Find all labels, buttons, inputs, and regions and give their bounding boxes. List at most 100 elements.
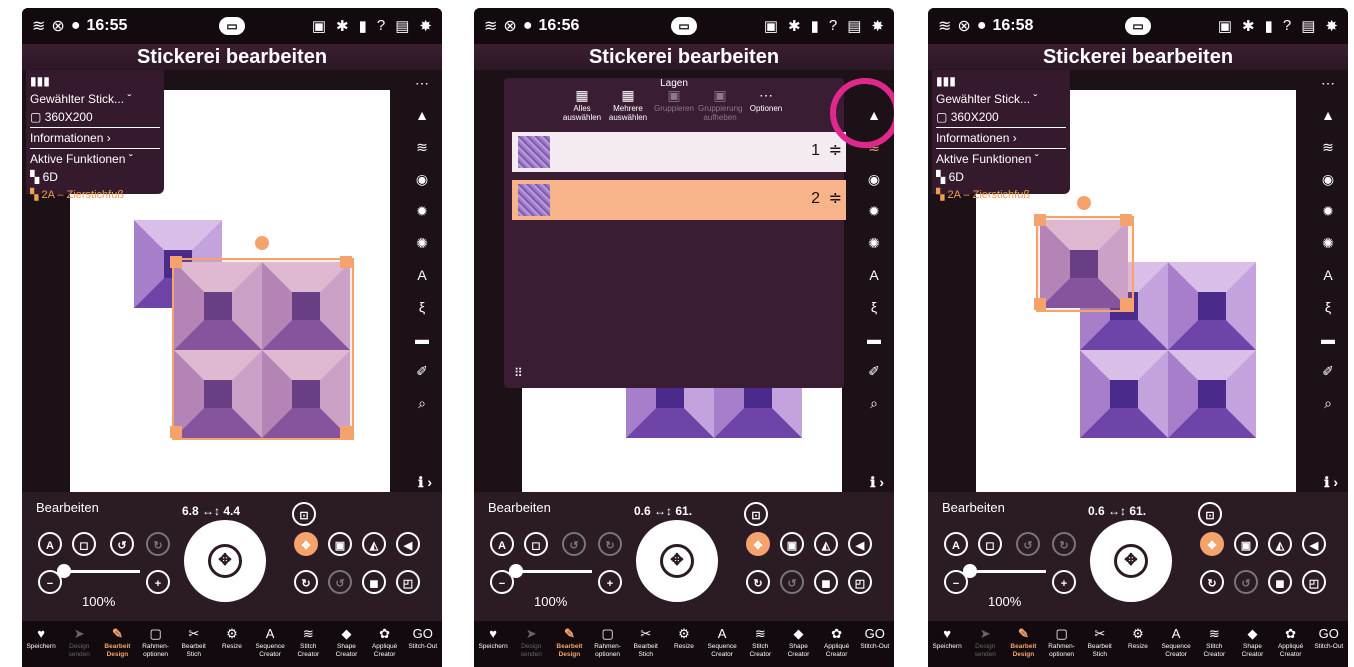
settings-icon[interactable]: ✸ [871,17,884,35]
nav-send[interactable]: ➤ Design senden [516,625,546,659]
select-multi-button[interactable]: ▦ Mehrere auswählen [606,86,650,122]
mirror-icon[interactable]: ◭ [362,532,386,556]
rotate-step-icon[interactable]: ↺ [328,570,352,594]
joystick[interactable]: ✥ [1090,520,1172,602]
joystick[interactable]: ✥ [184,520,266,602]
rotate-step-icon[interactable]: ↺ [1234,570,1258,594]
nav-shape[interactable]: ◆ Shape Creator [783,625,813,659]
layer-view-icon[interactable]: ▲ [410,102,434,128]
nav-resize[interactable]: ⚙ Resize [217,625,247,651]
search-icon[interactable]: ⌕ [862,390,886,416]
book-icon[interactable]: ▮ [359,17,367,35]
help-icon[interactable]: ? [829,17,837,35]
hoop-frame-icon[interactable]: ⊡ [292,502,316,526]
zoom-in-icon[interactable]: + [598,570,622,594]
copy-icon[interactable]: ▣ [328,532,352,556]
nav-edit-design[interactable]: ✎ Bearbeit Design [1008,625,1038,659]
frame-icon[interactable]: ◰ [848,570,872,594]
resize-handle[interactable] [1120,298,1132,310]
tablet-icon[interactable]: ▤ [847,17,861,35]
folder-icon[interactable]: ▬ [1316,326,1340,352]
nav-stitch[interactable]: ✂ Bearbeit Stich [179,625,209,659]
rotate-icon[interactable]: ↻ [294,570,318,594]
frame-icon[interactable]: ◰ [1302,570,1326,594]
auto-center-icon[interactable]: A [490,532,514,556]
auto-center-icon[interactable]: A [944,532,968,556]
gear-alt-icon[interactable]: ✺ [862,230,886,256]
group-icon[interactable]: ◼ [814,570,838,594]
palette-icon[interactable]: ◉ [410,166,434,192]
stitch-icon[interactable]: ξ [862,294,886,320]
frame-icon[interactable]: ◰ [396,570,420,594]
nav-frame[interactable]: ▢ Rahmen-optionen [593,625,623,659]
rotate-handle[interactable] [1077,196,1091,210]
group-button[interactable]: ▣ Gruppieren [652,86,696,113]
zoom-in-icon[interactable]: + [146,570,170,594]
zoom-knob[interactable] [509,564,523,578]
info-toggle-icon[interactable]: ℹ › [418,474,432,491]
resize-handle[interactable] [1034,298,1046,310]
nav-stitch-creator[interactable]: ≋ Stitch Creator [1199,625,1229,659]
resize-grip-icon[interactable]: ⠿ [514,366,523,380]
resize-handle[interactable] [1034,214,1046,226]
screen-icon[interactable]: ▣ [312,17,326,35]
flip-icon[interactable]: ◀ [848,532,872,556]
nav-sequence[interactable]: A Sequence Creator [255,625,285,659]
nav-edit-design[interactable]: ✎ Bearbeit Design [554,625,584,659]
zoom-knob[interactable] [963,564,977,578]
nav-stitch[interactable]: ✂ Bearbeit Stich [1085,625,1115,659]
more-icon[interactable]: ⋯ [1316,70,1340,96]
info-toggle-icon[interactable]: ℹ › [1324,474,1338,491]
selection-box[interactable] [172,258,354,440]
folder-icon[interactable]: ▬ [410,326,434,352]
layers-icon[interactable]: ≋ [410,134,434,160]
resize-handle[interactable] [170,256,182,268]
bluetooth-icon[interactable]: ✱ [1242,17,1255,35]
rotate-handle[interactable] [255,236,269,250]
screen-icon[interactable]: ▣ [1218,17,1232,35]
gear-icon[interactable]: ✹ [862,198,886,224]
nav-edit-design[interactable]: ✎ Bearbeit Design [102,625,132,659]
text-icon[interactable]: A [410,262,434,288]
nav-stitch-out[interactable]: GO Stitch-Out [1314,625,1344,651]
undo-icon[interactable]: ↺ [1016,532,1040,556]
options-button[interactable]: ⋯ Optionen [744,86,788,113]
undo-icon[interactable]: ↺ [562,532,586,556]
nav-stitch[interactable]: ✂ Bearbeit Stich [631,625,661,659]
rotate-icon[interactable]: ↻ [746,570,770,594]
gear-alt-icon[interactable]: ✺ [410,230,434,256]
move-icon[interactable]: ✥ [746,532,770,556]
text-icon[interactable]: A [862,262,886,288]
center-icon[interactable]: ◻ [978,532,1002,556]
center-icon[interactable]: ◻ [72,532,96,556]
move-center-icon[interactable]: ✥ [1114,544,1148,578]
gear-icon[interactable]: ✹ [410,198,434,224]
settings-icon[interactable]: ✸ [419,17,432,35]
zoom-slider[interactable] [57,564,140,578]
nav-applique[interactable]: ✿ Appliqué Creator [1276,625,1306,659]
nav-sequence[interactable]: A Sequence Creator [707,625,737,659]
active-functions[interactable]: Aktive Funktionen [30,152,125,166]
resize-handle[interactable] [340,426,352,438]
redo-icon[interactable]: ↻ [146,532,170,556]
zoom-slider[interactable] [963,564,1046,578]
settings-icon[interactable]: ✸ [1325,17,1338,35]
book-icon[interactable]: ▮ [811,17,819,35]
group-icon[interactable]: ◼ [362,570,386,594]
brush-icon[interactable]: ✐ [862,358,886,384]
nav-send[interactable]: ➤ Design senden [64,625,94,659]
move-center-icon[interactable]: ✥ [660,544,694,578]
undo-icon[interactable]: ↺ [110,532,134,556]
search-icon[interactable]: ⌕ [410,390,434,416]
nav-save[interactable]: ♥ Speichern [932,625,962,651]
nav-stitch-creator[interactable]: ≋ Stitch Creator [293,625,323,659]
resize-handle[interactable] [1120,214,1132,226]
center-icon[interactable]: ◻ [524,532,548,556]
nav-resize[interactable]: ⚙ Resize [1123,625,1153,651]
flip-icon[interactable]: ◀ [1302,532,1326,556]
move-center-icon[interactable]: ✥ [208,544,242,578]
nav-applique[interactable]: ✿ Appliqué Creator [822,625,852,659]
select-all-button[interactable]: ▦ Alles auswählen [560,86,604,122]
nav-frame[interactable]: ▢ Rahmen-optionen [141,625,171,659]
drag-handle-icon[interactable]: ≑ [829,188,842,208]
